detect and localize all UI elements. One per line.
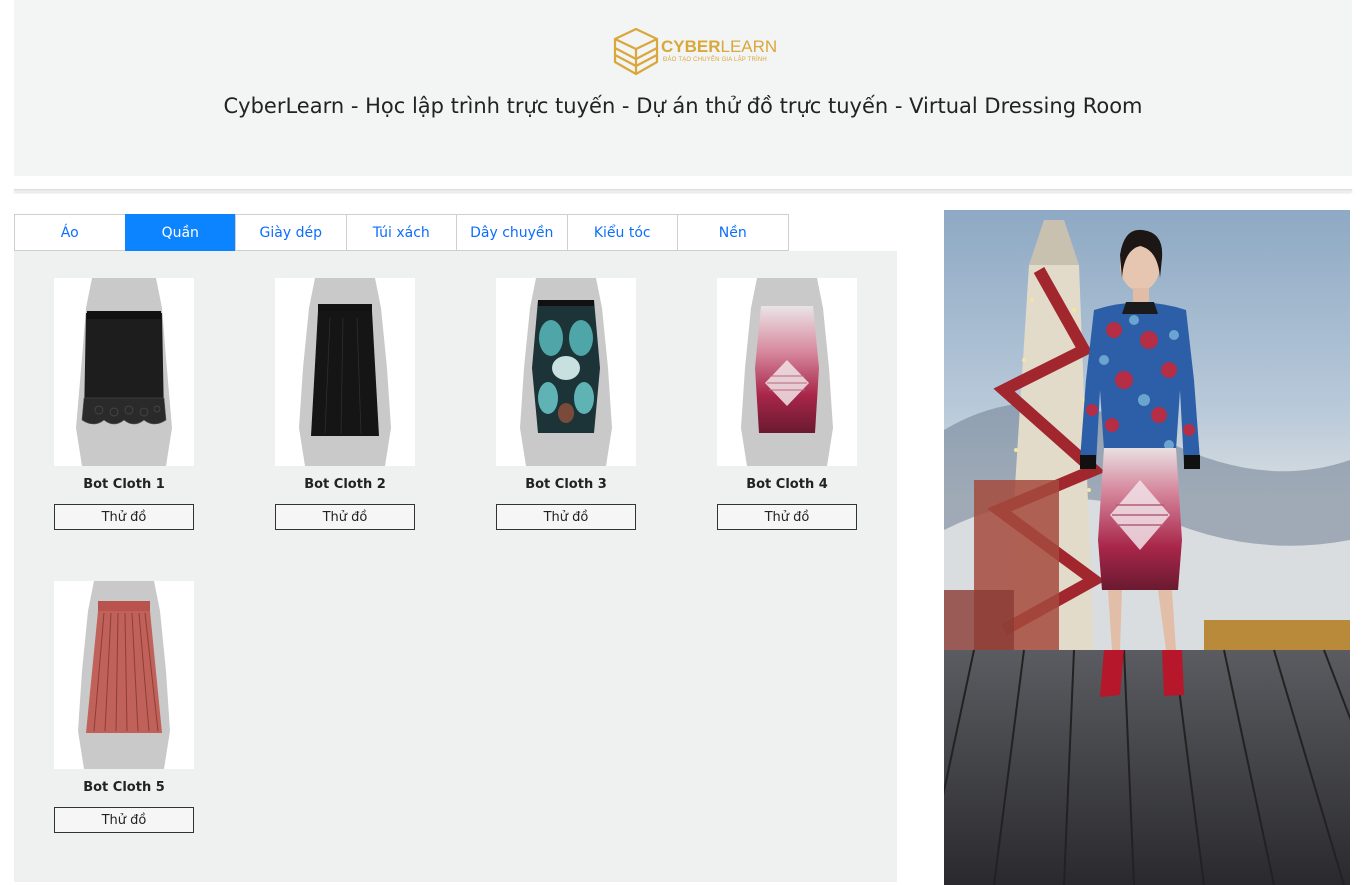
tab-day-chuyen[interactable]: Dây chuyền [456,214,568,251]
logo-wordmark: CYBERLEARN [661,37,778,56]
tab-tui-xach[interactable]: Túi xách [345,214,457,251]
tab-giay-dep[interactable]: Giày dép [235,214,347,251]
tab-kieu-toc[interactable]: Kiểu tóc [566,214,678,251]
tab-quan[interactable]: Quần [124,214,236,251]
category-tabs: Áo Quần Giày dép Túi xách Dây chuyền Kiể… [14,214,789,251]
cyberlearn-logo[interactable]: CYBERLEARN ĐÀO TẠO CHUYÊN GIA LẬP TRÌNH [611,26,786,78]
cube-logo-icon [613,27,659,76]
product-card: Bot Cloth 3 Thử đồ [496,278,636,530]
product-card: Bot Cloth 4 Thử đồ [717,278,857,530]
try-on-button[interactable]: Thử đồ [54,504,194,530]
model-preview-image [944,210,1350,885]
product-name: Bot Cloth 3 [525,477,607,492]
product-image [496,278,636,466]
tab-nen[interactable]: Nền [677,214,789,251]
product-card: Bot Cloth 5 Thử đồ [54,581,194,833]
site-header: CYBERLEARN ĐÀO TẠO CHUYÊN GIA LẬP TRÌNH … [14,0,1352,176]
product-card: Bot Cloth 1 Thử đồ [54,278,194,530]
page-title: CyberLearn - Học lập trình trực tuyến - … [223,94,1143,118]
header-divider [14,189,1352,192]
try-on-button[interactable]: Thử đồ [275,504,415,530]
product-card: Bot Cloth 2 Thử đồ [275,278,415,530]
product-name: Bot Cloth 2 [304,477,386,492]
product-name: Bot Cloth 5 [83,780,165,795]
product-name: Bot Cloth 1 [83,477,165,492]
product-image [54,278,194,466]
product-name: Bot Cloth 4 [746,477,828,492]
tab-ao[interactable]: Áo [14,214,126,251]
product-image [54,581,194,769]
product-image [717,278,857,466]
dressing-room-preview [944,210,1350,885]
try-on-button[interactable]: Thử đồ [496,504,636,530]
logo-tagline: ĐÀO TẠO CHUYÊN GIA LẬP TRÌNH [663,57,767,63]
try-on-button[interactable]: Thử đồ [717,504,857,530]
product-image [275,278,415,466]
product-panel: Bot Cloth 1 Thử đồ Bot Cloth 2 Thử đồ Bo… [14,251,897,882]
try-on-button[interactable]: Thử đồ [54,807,194,833]
